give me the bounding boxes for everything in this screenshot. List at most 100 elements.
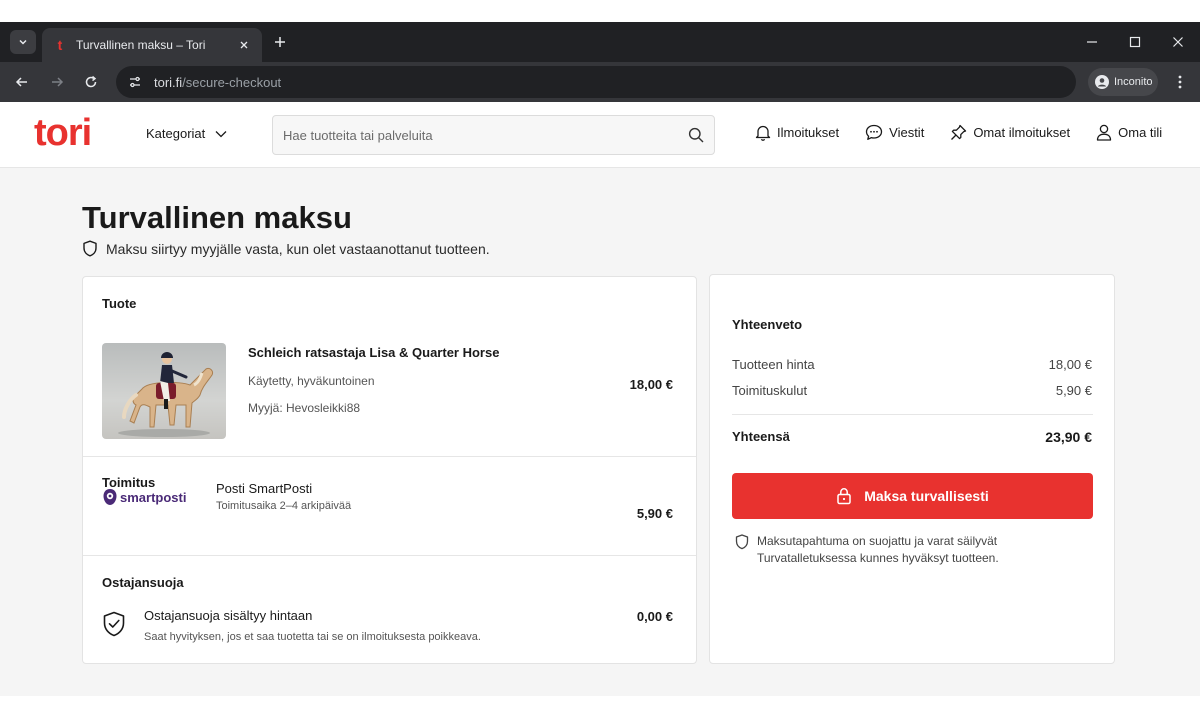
account-link[interactable]: Oma tili [1096,124,1162,141]
protection-price: 0,00 € [636,609,673,624]
url-text: tori.fi/secure-checkout [154,75,281,90]
summary-card: Yhteenveto Tuotteen hinta 18,00 € Toimit… [709,274,1115,664]
chat-bubble-icon [865,124,883,140]
tori-favicon-icon: t [57,37,63,53]
categories-label: Kategoriat [146,126,206,141]
notifications-label: Ilmoitukset [777,125,840,140]
messages-label: Viestit [889,125,925,140]
smartposti-mark-icon [103,489,117,505]
header-links: Ilmoitukset Viestit Omat ilmoitukset Oma… [755,124,1162,141]
order-details-card: Tuote Schleich ratsastaja Lisa & Quarter… [82,276,697,664]
page-subtitle: Maksu siirtyy myyjälle vasta, kun olet v… [82,240,490,257]
secure-note-line-2: Turvatalletuksessa kunnes hyväksyt tuott… [757,551,999,565]
horse-rider-figure [118,352,213,437]
more-vertical-icon [1178,75,1182,89]
my-listings-label: Omat ilmoitukset [973,125,1071,140]
summary-shipping-label: Toimituskulut [732,383,808,398]
close-icon [1173,37,1183,47]
section-divider [83,555,696,556]
maximize-button[interactable] [1125,32,1145,52]
shield-icon [83,240,97,257]
product-section-title: Tuote [102,296,137,311]
summary-divider [732,414,1093,415]
delivery-price: 5,90 € [636,506,673,521]
profile-button[interactable]: Inconito [1088,68,1158,96]
smartposti-logo: smartposti [102,488,186,506]
address-bar: tori.fi/secure-checkout Inconito [0,62,1200,102]
pay-button-label: Maksa turvallisesti [864,488,989,504]
protection-section-title: Ostajansuoja [102,575,184,590]
arrow-left-icon [15,77,27,87]
delivery-name: Posti SmartPosti [216,481,313,496]
product-price: 18,00 € [629,377,673,392]
notifications-link[interactable]: Ilmoitukset [755,124,839,141]
pin-icon [951,124,967,140]
product-name[interactable]: Schleich ratsastaja Lisa & Quarter Horse [248,345,499,360]
tune-icon [130,76,140,88]
browser-menu-button[interactable] [1170,72,1190,92]
user-icon [1096,124,1112,141]
shield-check-icon [103,611,125,637]
bell-icon [755,125,771,141]
plus-icon [275,37,285,47]
close-tab-button[interactable] [236,37,252,53]
smartposti-logo-text: smartposti [120,489,187,505]
minimize-button[interactable] [1082,32,1102,52]
tab-search-button[interactable] [10,30,36,54]
protection-description: Saat hyvityksen, jos et saa tuotetta tai… [144,631,481,643]
tab-title: Turvallinen maksu – Tori [76,38,206,52]
categories-dropdown[interactable]: Kategoriat [146,126,227,141]
page-subtitle-text: Maksu siirtyy myyjälle vasta, kun olet v… [106,240,490,257]
site-header: tori Kategoriat Ilmoitukset Viestit Omat… [0,102,1200,168]
minimize-icon [1087,41,1097,43]
search-input[interactable] [283,127,688,143]
arrow-right-icon [52,77,64,87]
tab-bar: t Turvallinen maksu – Tori [0,22,1200,62]
tori-logo[interactable]: tori [34,112,92,155]
url-bar[interactable]: tori.fi/secure-checkout [116,66,1076,98]
protection-title: Ostajansuoja sisältyy hintaan [144,608,313,623]
profile-label: Inconito [1114,76,1153,88]
product-image[interactable] [102,343,226,439]
lock-icon [837,488,851,505]
product-condition: Käytetty, hyväkuntoinen [248,374,375,388]
summary-total-value: 23,90 € [1045,429,1092,445]
summary-shipping-value: 5,90 € [1055,383,1092,398]
summary-total-row: Yhteensä 23,90 € [732,429,1092,445]
incognito-icon [1095,75,1109,89]
search-icon[interactable] [688,127,704,143]
delivery-time: Toimitusaika 2–4 arkipäivää [216,500,352,512]
browser-tab[interactable]: t Turvallinen maksu – Tori [42,28,262,62]
summary-total-label: Yhteensä [732,429,790,444]
messages-link[interactable]: Viestit [865,124,924,141]
summary-product-price-row: Tuotteen hinta 18,00 € [732,357,1092,372]
maximize-icon [1129,36,1141,48]
reload-icon [85,75,97,88]
close-icon [240,41,248,49]
product-seller: Myyjä: Hevosleikki88 [248,401,361,415]
page-title: Turvallinen maksu [82,200,352,235]
shield-icon [735,534,749,550]
browser-window: t Turvallinen maksu – Tori tori.fi/secur… [0,22,1200,696]
close-window-button[interactable] [1168,32,1188,52]
summary-product-price-value: 18,00 € [1048,357,1092,372]
url-host: tori.fi [154,74,183,90]
back-button[interactable] [10,70,34,94]
reload-button[interactable] [79,70,103,94]
summary-shipping-row: Toimituskulut 5,90 € [732,383,1092,398]
site-info-button[interactable] [124,71,146,93]
secure-payment-note: Maksutapahtuma on suojattu ja varat säil… [735,533,999,567]
new-tab-button[interactable] [270,32,290,52]
search-box [272,115,715,155]
my-listings-link[interactable]: Omat ilmoitukset [950,124,1070,141]
forward-button[interactable] [45,70,69,94]
account-label: Oma tili [1118,125,1163,140]
url-path: /secure-checkout [182,74,282,90]
summary-product-price-label: Tuotteen hinta [732,357,815,372]
summary-title: Yhteenveto [732,317,803,332]
section-divider [83,456,696,457]
secure-note-line-1: Maksutapahtuma on suojattu ja varat säil… [757,534,998,548]
pay-securely-button[interactable]: Maksa turvallisesti [732,473,1093,519]
chevron-down-icon [19,39,27,45]
chevron-down-icon [215,130,227,137]
